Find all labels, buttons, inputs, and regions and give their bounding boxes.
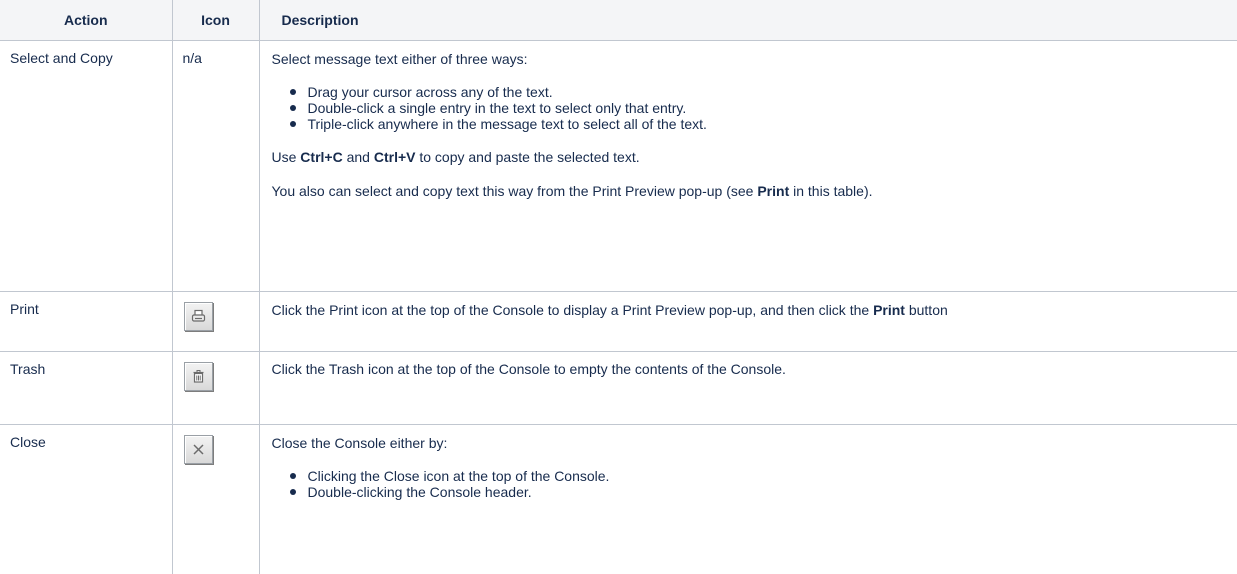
list-item: Drag your cursor across any of the text. bbox=[289, 84, 1228, 100]
list-item: Double-clicking the Console header. bbox=[289, 484, 1228, 500]
print-preview-paragraph: You also can select and copy text this w… bbox=[271, 182, 873, 199]
table-row-print: Print Click the Print icon at the top of… bbox=[0, 291, 1237, 352]
trash-icon bbox=[183, 361, 213, 391]
copy-paste-paragraph: Use Ctrl+C and Ctrl+V to copy and paste … bbox=[271, 148, 640, 165]
action-cell: Print bbox=[0, 291, 172, 352]
description-cell: Click the Print icon at the top of the C… bbox=[258, 291, 1237, 352]
select-methods-list: Drag your cursor across any of the text.… bbox=[272, 84, 1228, 132]
icon-cell bbox=[171, 351, 259, 425]
table-row-close: Close Close the Console either by: Click… bbox=[0, 424, 1237, 574]
print-button-reference: Print bbox=[873, 301, 905, 318]
select-intro: Select message text either of three ways… bbox=[271, 50, 528, 67]
action-cell: Select and Copy bbox=[0, 40, 172, 292]
print-icon bbox=[183, 301, 213, 331]
print-description: Click the Print icon at the top of the C… bbox=[271, 301, 948, 318]
icon-cell bbox=[171, 291, 259, 352]
description-cell: Close the Console either by: Clicking th… bbox=[258, 424, 1237, 574]
header-icon: Icon bbox=[171, 0, 259, 41]
table-row-select-copy: Select and Copy n/a Select message text … bbox=[0, 40, 1237, 292]
description-cell: Click the Trash icon at the top of the C… bbox=[258, 351, 1237, 425]
table-header-row: Action Icon Description bbox=[0, 0, 1237, 41]
list-item: Double-click a single entry in the text … bbox=[289, 100, 1228, 116]
description-cell: Select message text either of three ways… bbox=[258, 40, 1237, 292]
icon-cell-na: n/a bbox=[171, 40, 259, 292]
action-cell: Close bbox=[10, 433, 46, 450]
action-cell: Trash bbox=[0, 351, 172, 425]
close-methods-list: Clicking the Close icon at the top of th… bbox=[272, 468, 1228, 500]
icon-cell bbox=[171, 424, 259, 574]
shortcut-ctrl-c: Ctrl+C bbox=[300, 148, 343, 165]
table-row-trash: Trash Click the Trash icon at the top of… bbox=[0, 351, 1237, 425]
close-icon bbox=[183, 434, 213, 464]
actions-table: Action Icon Description Select and Copy … bbox=[0, 0, 1237, 574]
header-description: Description bbox=[258, 0, 1237, 41]
print-reference: Print bbox=[757, 182, 790, 199]
shortcut-ctrl-v: Ctrl+V bbox=[373, 148, 416, 165]
list-item: Clicking the Close icon at the top of th… bbox=[289, 468, 1228, 484]
list-item: Triple-click anywhere in the message tex… bbox=[289, 116, 1228, 132]
close-intro: Close the Console either by: bbox=[271, 434, 448, 451]
header-action: Action bbox=[0, 0, 172, 41]
